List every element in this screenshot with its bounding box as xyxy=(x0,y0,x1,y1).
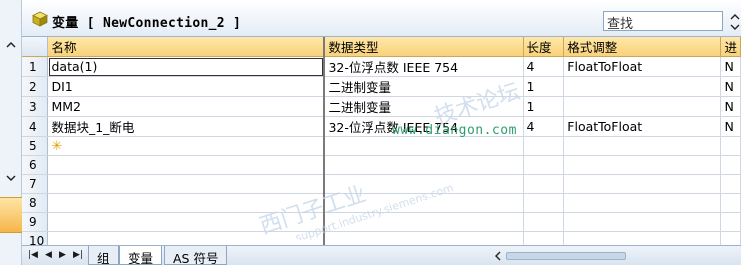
cell-datatype[interactable] xyxy=(323,231,524,245)
row-number[interactable]: 3 xyxy=(22,96,49,117)
cell-datatype[interactable]: 二进制变量 xyxy=(323,96,524,117)
table-row[interactable]: 1 data(1) 32-位浮点数 IEEE 754 4 FloatToFloat N xyxy=(22,56,741,77)
new-row-icon: ✳ xyxy=(51,139,63,154)
cell-extra[interactable] xyxy=(720,231,741,245)
cell-length[interactable] xyxy=(523,231,565,245)
cell-extra[interactable] xyxy=(720,212,741,232)
cell-datatype[interactable]: 32-位浮点数 IEEE 754 xyxy=(323,116,524,137)
cell-datatype[interactable]: 32-位浮点数 IEEE 754 xyxy=(323,56,524,77)
cell-length[interactable] xyxy=(523,155,565,175)
cell-format[interactable] xyxy=(563,174,722,194)
cell-datatype[interactable] xyxy=(323,136,524,156)
tab-1[interactable]: 变量 xyxy=(119,246,163,265)
next-icon[interactable]: ▶ xyxy=(59,250,66,260)
cell-extra[interactable]: N xyxy=(720,76,741,97)
first-icon[interactable]: |◀ xyxy=(28,250,38,260)
row-number[interactable]: 4 xyxy=(22,116,49,137)
cell-name[interactable]: DI1 xyxy=(47,76,325,97)
scroll-up-icon[interactable] xyxy=(3,39,19,51)
last-icon[interactable]: ▶| xyxy=(73,250,83,260)
cell-format[interactable] xyxy=(563,136,722,156)
left-panel-strip xyxy=(0,0,22,265)
cell-extra[interactable] xyxy=(720,193,741,213)
cell-extra[interactable]: N xyxy=(720,96,741,117)
horizontal-scrollbar[interactable] xyxy=(492,249,741,263)
cell-datatype[interactable]: 二进制变量 xyxy=(323,76,524,97)
table-row[interactable]: 7 xyxy=(22,174,741,194)
row-number[interactable]: 9 xyxy=(22,212,49,232)
cell-format[interactable]: FloatToFloat xyxy=(563,116,722,137)
cell-format[interactable] xyxy=(563,212,722,232)
window-title: 变量 [ NewConnection_2 ] xyxy=(52,16,242,31)
column-header-extra[interactable]: 进 xyxy=(720,37,741,57)
cell-extra[interactable] xyxy=(720,174,741,194)
table-row[interactable]: 10 xyxy=(22,231,741,245)
cell-datatype[interactable] xyxy=(323,155,524,175)
cell-extra[interactable] xyxy=(720,155,741,175)
row-number[interactable]: 8 xyxy=(22,193,49,213)
panel-arrows-icon[interactable] xyxy=(728,10,741,34)
table-row[interactable]: 2 DI1 二进制变量 1 N xyxy=(22,76,741,97)
cell-name[interactable]: 数据块_1_断电 xyxy=(47,116,325,137)
scroll-down-icon[interactable] xyxy=(3,172,19,184)
cell-format[interactable] xyxy=(563,76,722,97)
cell-name[interactable] xyxy=(47,155,325,175)
column-header-name[interactable]: 名称 xyxy=(47,37,325,57)
table-row[interactable]: 4 数据块_1_断电 32-位浮点数 IEEE 754 4 FloatToFloat N xyxy=(22,116,741,137)
cell-name[interactable] xyxy=(47,174,325,194)
row-number[interactable]: 6 xyxy=(22,155,49,175)
cell-length[interactable] xyxy=(523,212,565,232)
corner-cell[interactable] xyxy=(22,37,49,57)
cell-length[interactable] xyxy=(523,174,565,194)
prev-icon[interactable]: ◀ xyxy=(45,250,52,260)
cell-length[interactable]: 4 xyxy=(523,56,565,77)
table-row[interactable]: 5 ✳ xyxy=(22,136,741,156)
cell-name[interactable]: MM2 xyxy=(47,96,325,117)
tab-0[interactable]: 组 xyxy=(88,246,119,265)
cell-format[interactable] xyxy=(563,155,722,175)
cell-length[interactable]: 1 xyxy=(523,76,565,97)
row-number[interactable]: 2 xyxy=(22,76,49,97)
search-input[interactable]: 查找 xyxy=(603,11,723,32)
cell-length[interactable] xyxy=(523,193,565,213)
cell-name[interactable]: ✳ xyxy=(47,136,325,156)
table-row[interactable]: 3 MM2 二进制变量 1 N xyxy=(22,96,741,117)
row-number[interactable]: 7 xyxy=(22,174,49,194)
cell-extra[interactable]: N xyxy=(720,56,741,77)
left-panel-highlight[interactable] xyxy=(0,197,22,233)
cell-format[interactable] xyxy=(563,96,722,117)
cell-name[interactable] xyxy=(47,212,325,232)
variables-grid: 名称 数据类型 长度 格式调整 进 1 data(1) 32-位浮点数 IEEE 7… xyxy=(22,37,741,245)
cell-name[interactable] xyxy=(47,231,325,245)
cell-name[interactable] xyxy=(47,193,325,213)
scroll-left-icon[interactable] xyxy=(492,249,504,263)
cell-format[interactable] xyxy=(563,193,722,213)
cell-length[interactable] xyxy=(523,136,565,156)
cell-name[interactable]: data(1) xyxy=(47,56,325,77)
cell-extra[interactable] xyxy=(720,136,741,156)
column-header-format[interactable]: 格式调整 xyxy=(563,37,722,57)
scrollbar-thumb[interactable] xyxy=(506,252,626,260)
cell-extra[interactable]: N xyxy=(720,116,741,137)
sheet-tab-bar: |◀ ◀ ▶ ▶| 组变量 AS 符号 xyxy=(22,245,741,265)
tab-2[interactable]: AS 符号 xyxy=(164,246,228,265)
cell-length[interactable]: 1 xyxy=(523,96,565,117)
cell-datatype[interactable] xyxy=(323,193,524,213)
cell-datatype[interactable] xyxy=(323,174,524,194)
cube-icon xyxy=(32,11,48,27)
table-row[interactable]: 8 xyxy=(22,193,741,213)
row-number[interactable]: 5 xyxy=(22,136,49,156)
column-header-length[interactable]: 长度 xyxy=(523,37,565,57)
table-row[interactable]: 9 xyxy=(22,212,741,232)
cell-format[interactable] xyxy=(563,231,722,245)
column-header-datatype[interactable]: 数据类型 xyxy=(323,37,524,57)
editor-title-bar: 变量 [ NewConnection_2 ] 查找 xyxy=(22,0,741,37)
cell-length[interactable]: 4 xyxy=(523,116,565,137)
row-number[interactable]: 10 xyxy=(22,231,49,245)
row-number[interactable]: 1 xyxy=(22,56,49,77)
cell-datatype[interactable] xyxy=(323,212,524,232)
table-row[interactable]: 6 xyxy=(22,155,741,175)
cell-format[interactable]: FloatToFloat xyxy=(563,56,722,77)
